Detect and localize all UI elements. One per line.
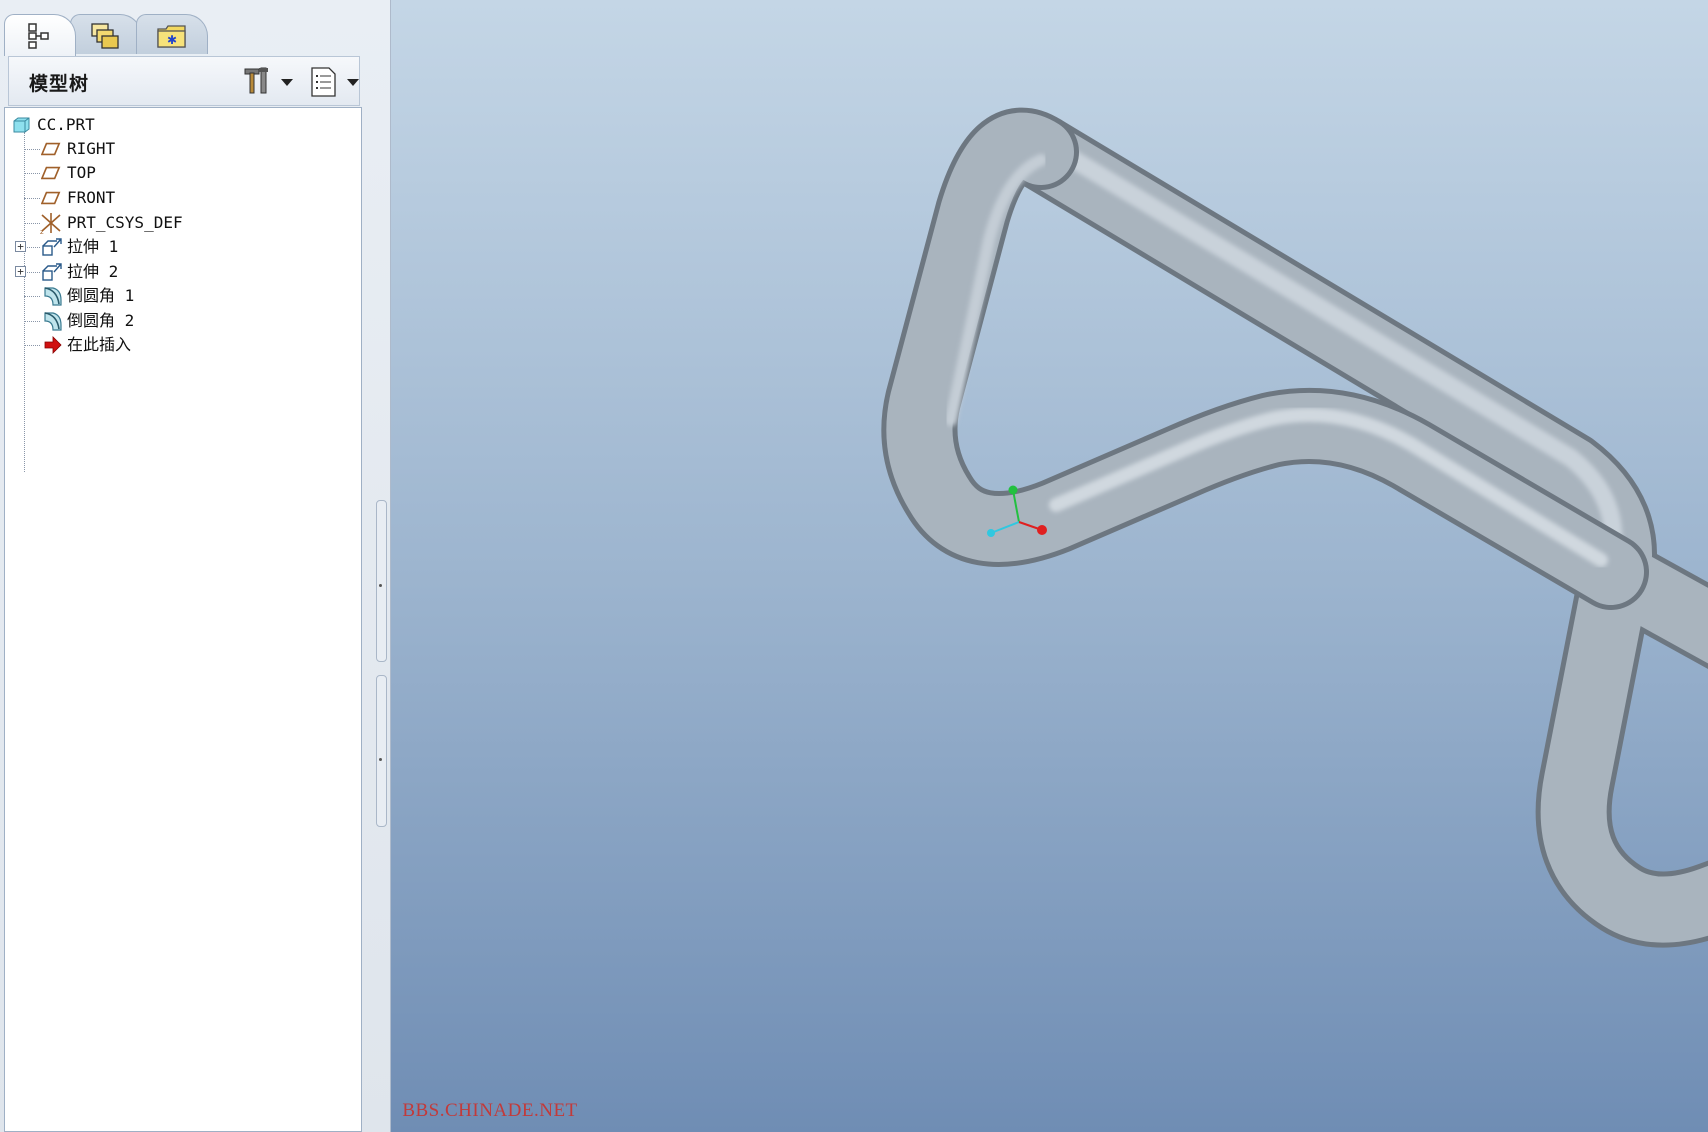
tree-show-button[interactable]: [307, 65, 363, 99]
tree-item-label: 倒圆角 2: [67, 311, 135, 330]
model-view[interactable]: [391, 0, 1708, 1132]
y-axis-dot: [1008, 485, 1018, 495]
folder-browser-tab[interactable]: ✱: [136, 14, 208, 54]
sash-handle-lower[interactable]: [376, 675, 387, 827]
extrude-icon: [42, 238, 62, 256]
navigator-pane: ✱ 模型树 CC.PRT RIGHT TOP FRONT z PRT_CSYS_…: [0, 0, 391, 1132]
round-icon: [44, 312, 62, 331]
tree-item-label: 倒圆角 1: [67, 286, 135, 305]
tree-item-label: TOP: [67, 163, 96, 182]
tree-item-label: 拉伸 2: [67, 262, 119, 281]
z-axis-dot: [987, 529, 995, 537]
layers-icon: [91, 23, 119, 49]
tree-connector: [24, 223, 40, 224]
tree-connector: [24, 198, 40, 199]
x-axis-dot: [1037, 525, 1047, 535]
tree-item-csys[interactable]: z PRT_CSYS_DEF: [5, 210, 355, 236]
svg-text:✱: ✱: [167, 33, 177, 47]
tree-root-label: CC.PRT: [37, 115, 95, 134]
tree-connector: [24, 345, 40, 346]
datum-plane-icon: [41, 166, 61, 180]
expand-plus-icon[interactable]: +: [15, 266, 26, 277]
chevron-down-icon: [347, 79, 359, 86]
tree-connector: [24, 321, 40, 322]
expand-plus-icon[interactable]: +: [15, 241, 26, 252]
tree-item-label: FRONT: [67, 188, 116, 207]
round-icon: [44, 287, 62, 306]
tree-connector: [24, 296, 40, 297]
pane-sash[interactable]: [374, 500, 388, 830]
tree-connector: [24, 173, 40, 174]
tree-item-label: 拉伸 1: [67, 237, 119, 256]
tree-item-right[interactable]: RIGHT: [5, 136, 355, 162]
model-tree-tab[interactable]: [4, 14, 76, 56]
layers-tab[interactable]: [70, 14, 142, 54]
datum-plane-icon: [41, 191, 61, 205]
datum-plane-icon: [41, 142, 61, 156]
tree-item-round-1[interactable]: 倒圆角 1: [5, 283, 355, 309]
tree-connector: [24, 149, 40, 150]
tree-root[interactable]: CC.PRT: [5, 112, 355, 138]
grip-dot-icon: [379, 758, 382, 761]
model-tree-header: 模型树: [8, 56, 360, 106]
tree-settings-button[interactable]: [241, 65, 297, 99]
grip-dot-icon: [379, 584, 382, 587]
panel-title: 模型树: [29, 73, 90, 95]
graphics-window[interactable]: [391, 0, 1708, 1132]
tree-connector: [27, 272, 40, 273]
tree-item-label: PRT_CSYS_DEF: [67, 213, 183, 232]
tools-settings-icon: [244, 67, 268, 94]
sash-handle-upper[interactable]: [376, 500, 387, 662]
tree-item-label: RIGHT: [67, 139, 116, 158]
tree-item-top[interactable]: TOP: [5, 160, 355, 186]
insert-here-arrow-icon: [44, 336, 62, 354]
chevron-down-icon: [281, 79, 293, 86]
part-icon: [13, 117, 30, 133]
navigator-tabs: ✱: [0, 0, 390, 56]
tree-item-insert-here[interactable]: 在此插入: [5, 332, 355, 358]
extrude-icon: [42, 263, 62, 281]
model-tree-icon: [28, 23, 49, 49]
model-tree: CC.PRT RIGHT TOP FRONT z PRT_CSYS_DEF + …: [4, 107, 362, 1132]
tree-item-front[interactable]: FRONT: [5, 185, 355, 211]
list-document-icon: [311, 67, 336, 97]
tree-item-extrude-2[interactable]: + 拉伸 2: [5, 259, 355, 285]
watermark-text: BBS.CHINADE.NET: [402, 1100, 578, 1121]
bent-rod-model[interactable]: [881, 107, 1708, 948]
tree-item-label: 在此插入: [67, 335, 132, 354]
folder-icon: ✱: [157, 25, 186, 48]
tree-connector: [27, 247, 40, 248]
coordinate-system-icon: z: [40, 213, 61, 234]
tree-item-round-2[interactable]: 倒圆角 2: [5, 308, 355, 334]
tree-item-extrude-1[interactable]: + 拉伸 1: [5, 234, 355, 260]
